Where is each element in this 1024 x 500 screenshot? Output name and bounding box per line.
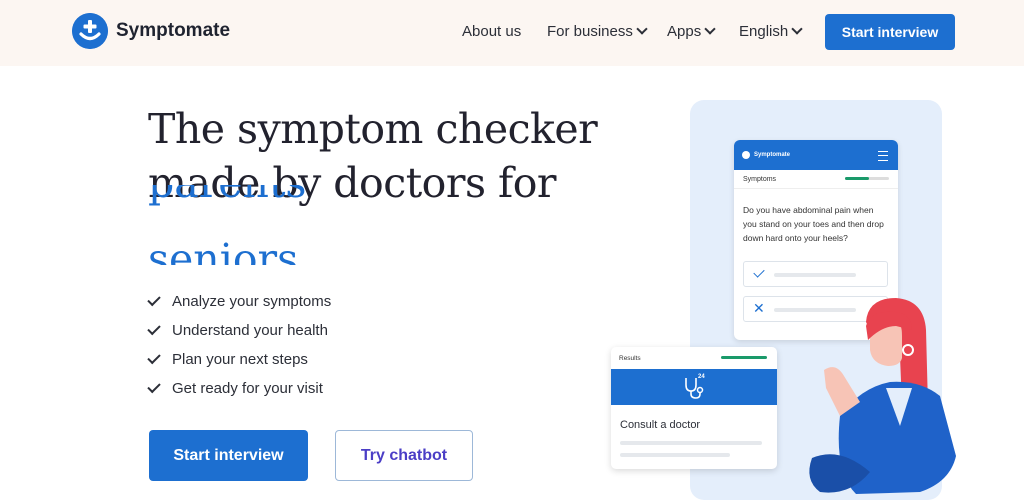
try-chatbot-button[interactable]: Try chatbot [335,430,473,481]
results-card: Results 24 Consult a doctor [611,347,777,469]
check-icon [147,292,161,307]
hamburger-menu-icon [878,151,888,161]
nav-apps-label: Apps [667,23,702,40]
results-label: Results [619,354,641,362]
close-icon: ✕ [753,300,765,316]
checklist-item-label: Plan your next steps [172,351,308,368]
checklist-item: Plan your next steps [147,345,331,374]
nav-about-us[interactable]: About us [462,23,521,40]
check-icon [753,266,765,278]
results-banner: 24 [611,369,777,405]
checklist-item-label: Understand your health [172,322,328,339]
symptomate-logo-icon [742,151,750,159]
results-placeholder-line [620,453,730,457]
checklist-item: Analyze your symptoms [147,287,332,316]
nav-apps[interactable]: Apps [667,23,716,40]
nav-language[interactable]: English [739,23,803,40]
checklist-item: Get ready for your visit [147,374,331,403]
rotating-word-seniors: seniors [148,235,299,265]
check-icon [147,350,161,365]
site-header: Symptomate About us For business Apps En… [0,0,1024,66]
rotating-words: parents seniors [148,185,448,265]
start-interview-button[interactable]: Start interview [149,430,308,481]
results-badge: 24 [698,374,705,380]
phone-section-bar: Symptoms [734,170,898,189]
consult-text: Consult a doctor [620,419,701,431]
doctor-character-illustration [809,298,956,494]
symptomate-logo-icon [72,13,108,49]
answer-placeholder-line [774,273,856,277]
chevron-down-icon [791,23,803,35]
results-progress-bar [721,356,767,359]
results-placeholder-line [620,441,762,445]
check-icon [147,379,161,394]
phone-header: Symptomate [734,140,898,170]
brand-name: Symptomate [116,20,231,41]
headline-line-1: The symptom checker [148,105,598,153]
phone-brand: Symptomate [754,152,791,158]
chevron-down-icon [636,23,648,35]
results-header: Results [611,347,777,369]
chevron-down-icon [704,23,716,35]
answer-option-yes [743,261,888,287]
feature-checklist: Analyze your symptoms Understand your he… [147,287,332,403]
checklist-item: Understand your health [147,316,331,345]
header-start-interview-button[interactable]: Start interview [825,14,955,50]
interview-question: Do you have abdominal pain when you stan… [743,205,884,243]
rotating-word-parents: parents [148,185,306,207]
nav-for-business-label: For business [547,23,633,40]
phone-section-label: Symptoms [743,175,777,183]
interview-progress-fill [845,177,870,180]
check-icon [147,321,161,336]
brand-logo[interactable]: Symptomate [72,13,230,49]
nav-language-label: English [739,23,789,40]
nav-for-business[interactable]: For business [547,23,648,40]
checklist-item-label: Get ready for your visit [172,380,323,397]
interview-progress-bar [845,177,889,180]
checklist-item-label: Analyze your symptoms [172,293,332,310]
nav-about-us-label: About us [462,23,522,40]
